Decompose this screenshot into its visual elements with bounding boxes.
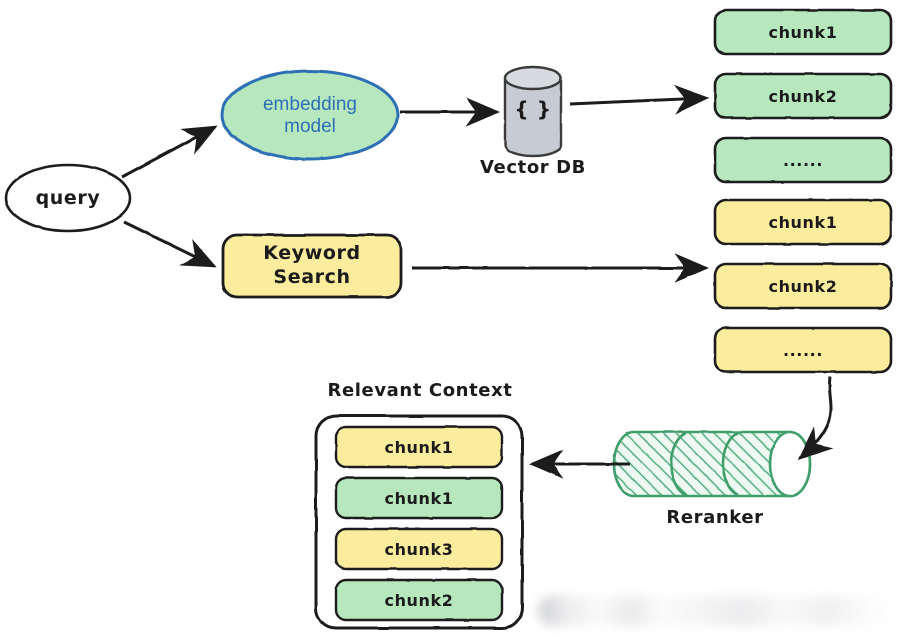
blurred-watermark [538, 596, 900, 626]
chunk-box [713, 8, 893, 56]
chunk-box [334, 527, 504, 571]
node-keyword-search[interactable] [221, 233, 403, 299]
chunk-box [713, 198, 893, 246]
chunk-box [713, 136, 893, 184]
chunk-box [713, 262, 893, 310]
node-vector-db[interactable] [503, 65, 563, 158]
edge-query-to-embedding [121, 125, 218, 179]
node-embedding-model[interactable] [220, 69, 400, 161]
diagram-vector-layer [4, 8, 893, 630]
chunk-box [334, 476, 504, 520]
chunk-box [713, 72, 893, 120]
node-reranker[interactable] [612, 430, 812, 498]
edge-query-to-keyword [123, 220, 217, 268]
edge-vectordb-to-vector-results [569, 84, 709, 115]
chunk-box [334, 425, 504, 469]
vector-result-chunk-boxes [713, 8, 893, 184]
keyword-result-chunk-boxes [713, 198, 893, 374]
node-query[interactable] [4, 163, 132, 233]
chunk-box [713, 326, 893, 374]
diagram-canvas: query embedding model Keyword Search { }… [0, 0, 908, 644]
chunk-box [334, 578, 504, 622]
